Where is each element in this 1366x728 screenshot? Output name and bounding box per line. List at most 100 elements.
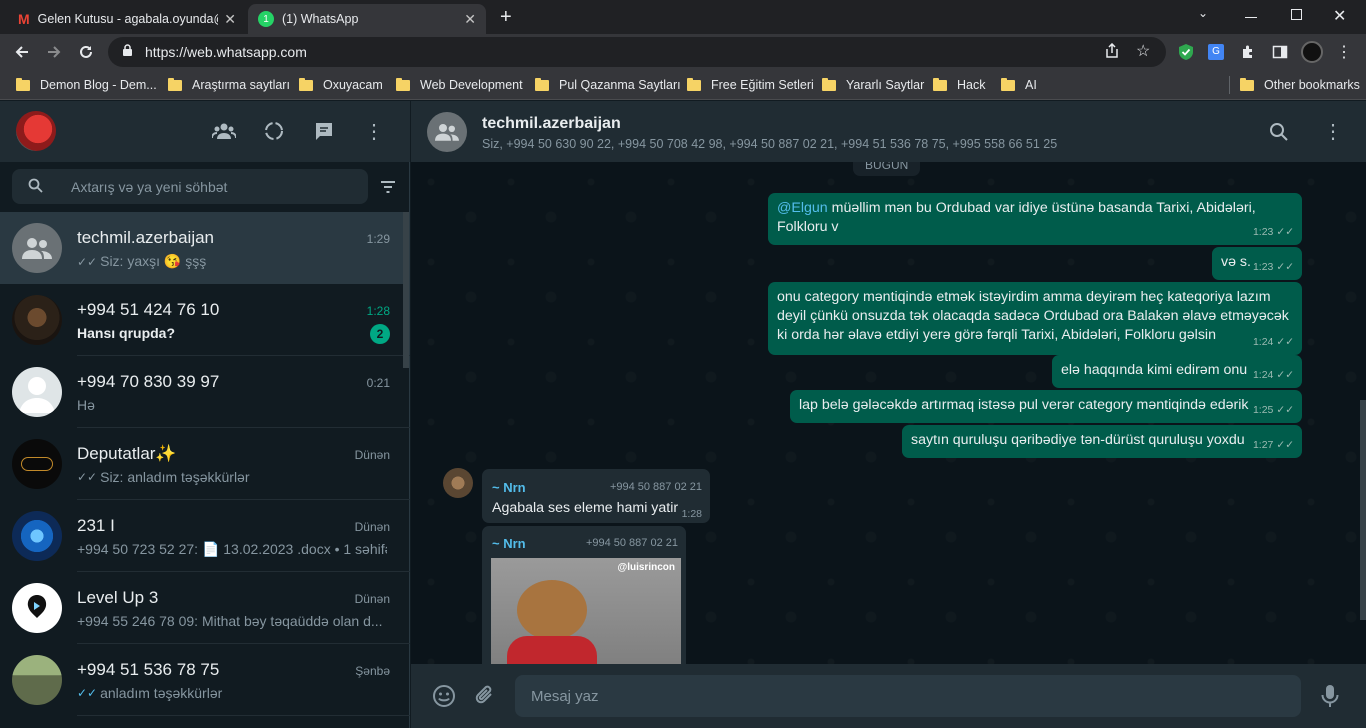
outgoing-message[interactable]: elə haqqında kimi edirəm onu 1:24 ✓✓: [1052, 355, 1302, 388]
tab-search-icon[interactable]: ⌄: [1198, 6, 1208, 20]
bookmark-item[interactable]: Araştırma saytları: [168, 76, 290, 94]
menu-icon[interactable]: ⋮: [362, 119, 386, 143]
new-chat-icon[interactable]: [312, 119, 336, 143]
message-text: müəllim mən bu Ordubad var idiye üstünə …: [777, 200, 1256, 235]
message-text: saytın quruluşu qəribədiye tən-dürüst qu…: [911, 432, 1245, 448]
group-avatar[interactable]: [427, 112, 467, 152]
tab-whatsapp[interactable]: 1 (1) WhatsApp ✕: [248, 4, 486, 34]
chat-name: +994 51 536 78 75: [77, 660, 220, 679]
back-icon[interactable]: [10, 40, 34, 64]
bookmark-item[interactable]: Yararlı Saytlar: [822, 76, 924, 94]
chat-time: 1:28: [366, 304, 390, 318]
tab-gmail[interactable]: M Gelen Kutusu - agabala.oyunda@ ✕: [8, 4, 246, 34]
incoming-message[interactable]: ~ Nrn +994 50 887 02 21 Agabala ses elem…: [482, 469, 710, 523]
attach-icon[interactable]: [473, 684, 497, 713]
bookmark-item[interactable]: Free Eğitim Setleri: [687, 76, 814, 94]
chat-item-994514247610[interactable]: +994 51 424 76 10 1:28 Hansı qrupda? 2: [0, 284, 410, 356]
conversation-header[interactable]: techmil.azerbaijan Siz, +994 50 630 90 2…: [411, 101, 1366, 162]
mention-link[interactable]: @Elgun: [777, 200, 828, 216]
reload-icon[interactable]: [74, 40, 98, 64]
tab-title: (1) WhatsApp: [282, 12, 359, 26]
group-avatar: [12, 511, 62, 561]
outgoing-message[interactable]: @Elgun müəllim mən bu Ordubad var idiye …: [768, 193, 1302, 245]
translate-extension-icon[interactable]: G: [1204, 40, 1228, 64]
sender-name[interactable]: ~ Nrn: [492, 536, 526, 551]
side-panel-icon[interactable]: [1268, 40, 1292, 64]
chat-item-994515367875[interactable]: +994 51 536 78 75 Şənbə ✓✓ anladım təşək…: [0, 644, 410, 716]
media-thumbnail[interactable]: @luisrincon: [491, 558, 681, 664]
outgoing-message[interactable]: lap belə gələcəkdə artırmaq istəsə pul v…: [790, 390, 1302, 423]
tab-title: Gelen Kutusu - agabala.oyunda@: [37, 12, 219, 26]
sender-phone: +994 50 887 02 21: [609, 481, 702, 493]
conversation-members: Siz, +994 50 630 90 22, +994 50 708 42 9…: [482, 137, 1058, 151]
double-check-icon: ✓✓: [1276, 226, 1294, 238]
chat-name: techmil.azerbaijan: [77, 228, 215, 247]
status-icon[interactable]: [262, 119, 286, 143]
share-icon[interactable]: [1104, 42, 1120, 62]
new-tab-button[interactable]: +: [500, 6, 512, 29]
communities-icon[interactable]: [212, 119, 236, 143]
messages-scrollbar[interactable]: [1360, 400, 1366, 620]
filter-icon[interactable]: [380, 180, 396, 199]
search-input[interactable]: Axtarış və ya yeni söhbət: [12, 169, 368, 204]
outgoing-message[interactable]: onu category məntiqində etmək istəyirdim…: [768, 282, 1302, 355]
bookmark-item[interactable]: Pul Qazanma Saytları: [535, 76, 681, 94]
puzzle-extensions-icon[interactable]: [1236, 40, 1260, 64]
shield-extension-icon[interactable]: [1174, 40, 1198, 64]
user-avatar[interactable]: [16, 111, 56, 151]
chat-item-231[interactable]: 231 I Dünən +994 50 723 52 27: 📄 13.02.2…: [0, 500, 410, 572]
bookmark-star-icon[interactable]: ☆: [1136, 41, 1150, 61]
bookmark-item[interactable]: AI: [1001, 76, 1037, 94]
bookmarks-bar: Demon Blog - Dem... Araştırma saytları O…: [0, 70, 1366, 100]
double-check-icon: ✓✓: [77, 686, 98, 700]
chat-preview: +994 55 246 78 09: Mithat bəy təqaüddə o…: [77, 613, 383, 629]
folder-icon: [687, 77, 701, 91]
chat-item-994708303997[interactable]: +994 70 830 39 97 0:21 Hə: [0, 356, 410, 428]
close-icon[interactable]: ✕: [224, 11, 236, 28]
restore-button[interactable]: [1291, 9, 1302, 20]
sender-avatar[interactable]: [443, 468, 473, 498]
bookmark-item[interactable]: Demon Blog - Dem...: [16, 76, 157, 94]
chat-time: Şənbə: [355, 664, 390, 678]
close-icon[interactable]: ✕: [464, 11, 476, 28]
chat-list-scrollbar[interactable]: [403, 212, 409, 368]
search-icon: [28, 178, 43, 196]
message-meta: 1:23 ✓✓: [1253, 258, 1294, 277]
sender-name[interactable]: ~ Nrn: [492, 480, 526, 495]
message-input[interactable]: Mesaj yaz: [515, 675, 1301, 717]
message-text: Agabala ses eleme hami yatir: [492, 500, 679, 516]
double-check-icon: ✓✓: [77, 470, 98, 484]
chat-item-level-up-3[interactable]: Level Up 3 Dünən +994 55 246 78 09: Mith…: [0, 572, 410, 644]
message-meta: 1:24 ✓✓: [1253, 333, 1294, 352]
contact-avatar: [12, 655, 62, 705]
bookmark-item[interactable]: Hack: [933, 76, 985, 94]
bookmark-item[interactable]: Oxuyacam: [299, 76, 383, 94]
incoming-media-message[interactable]: ~ Nrn +994 50 887 02 21 @luisrincon: [482, 526, 686, 664]
browser-menu-icon[interactable]: ⋮: [1332, 40, 1356, 64]
whatsapp-app: ⋮ Axtarış və ya yeni söhbət techmil.azer…: [0, 101, 1366, 728]
chat-time: 1:29: [366, 232, 390, 246]
outgoing-message[interactable]: saytın quruluşu qəribədiye tən-dürüst qu…: [902, 425, 1302, 458]
emoji-icon[interactable]: [432, 684, 456, 713]
bookmark-item[interactable]: Web Development: [396, 76, 523, 94]
outgoing-message[interactable]: və s. 1:23 ✓✓: [1212, 247, 1302, 280]
chat-preview: Hə: [77, 397, 95, 413]
forward-icon[interactable]: [42, 40, 66, 64]
profile-avatar[interactable]: [1300, 40, 1324, 64]
chat-item-techmil[interactable]: techmil.azerbaijan 1:29 ✓✓ Siz: yaxşı 😘 …: [0, 212, 410, 284]
folder-icon: [16, 77, 30, 91]
folder-icon: [933, 77, 947, 91]
search-messages-icon[interactable]: [1269, 122, 1289, 147]
microphone-icon[interactable]: [1321, 684, 1339, 713]
conversation-menu-icon[interactable]: ⋮: [1323, 119, 1343, 144]
chat-item-deputatlar[interactable]: Deputatlar✨ Dünən ✓✓ Siz: anladım təşəkk…: [0, 428, 410, 500]
address-bar[interactable]: https://web.whatsapp.com ☆: [108, 37, 1166, 67]
chat-name: Level Up 3: [77, 588, 159, 607]
search-placeholder: Axtarış və ya yeni söhbət: [71, 178, 228, 195]
whatsapp-icon: 1: [258, 11, 274, 27]
chat-sidebar: ⋮ Axtarış və ya yeni söhbət techmil.azer…: [0, 101, 410, 728]
close-window-button[interactable]: ✕: [1333, 6, 1346, 26]
sidebar-header: ⋮: [0, 101, 410, 162]
minimize-button[interactable]: [1245, 6, 1257, 18]
other-bookmarks[interactable]: Other bookmarks: [1240, 76, 1360, 94]
